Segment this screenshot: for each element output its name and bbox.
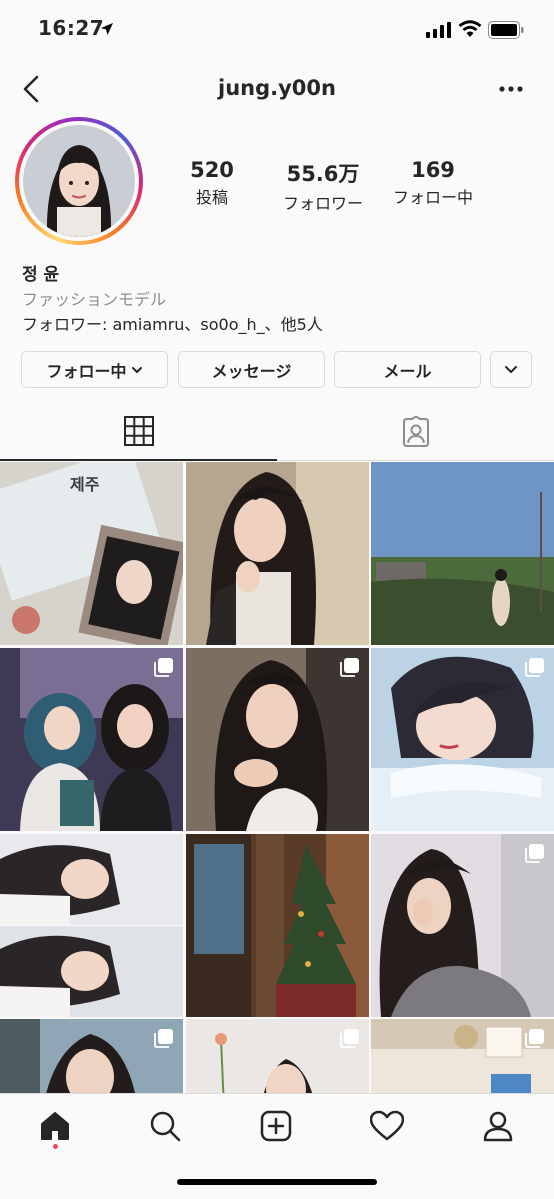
suggested-accounts-button[interactable] — [490, 351, 532, 388]
nav-profile[interactable] — [478, 1106, 518, 1146]
home-icon — [41, 1112, 69, 1140]
home-indicator[interactable] — [177, 1179, 377, 1185]
followers-count: 55.6万 — [286, 162, 360, 186]
email-button-label: メール — [383, 361, 432, 381]
multiple-photos-icon — [525, 844, 544, 863]
more-options-icon[interactable] — [496, 82, 526, 96]
profile-full-name: 정 윤 — [22, 265, 60, 285]
posts-count: 520 — [190, 158, 234, 182]
tab-posts-grid[interactable] — [0, 403, 277, 461]
multiple-photos-icon — [154, 1029, 173, 1048]
grid-post[interactable] — [186, 462, 369, 645]
multiple-photos-icon — [340, 658, 359, 677]
grid-post[interactable] — [371, 834, 554, 1017]
following-label: フォロー中 — [392, 188, 473, 207]
wifi-icon — [458, 20, 482, 37]
grid-post[interactable] — [186, 834, 369, 1017]
multiple-photos-icon — [340, 1029, 359, 1048]
multiple-photos-icon — [525, 1029, 544, 1048]
nav-search[interactable] — [145, 1106, 185, 1146]
notification-dot — [53, 1144, 58, 1149]
location-arrow-icon — [101, 23, 113, 35]
heart-icon — [370, 1110, 404, 1141]
following-count: 169 — [411, 158, 455, 182]
profile-tabs — [0, 403, 554, 461]
tagged-icon — [402, 416, 429, 447]
status-bar: 16:27 — [0, 0, 554, 60]
profile-username: jung.y00n — [218, 76, 336, 100]
signal-icon — [426, 22, 451, 38]
grid-post[interactable] — [371, 462, 554, 645]
stat-following[interactable]: 169 フォロー中 — [378, 158, 488, 208]
grid-post[interactable] — [371, 648, 554, 831]
add-post-icon — [260, 1110, 292, 1142]
profile-screen: 16:27 jung.y00n 520 投稿 55.6万 フォロワー 169 フ… — [0, 0, 554, 1199]
search-icon — [150, 1111, 181, 1142]
stat-posts: 520 投稿 — [172, 158, 252, 208]
message-button[interactable]: メッセージ — [178, 351, 325, 388]
stat-followers[interactable]: 55.6万 フォロワー — [268, 158, 378, 214]
posts-label: 投稿 — [195, 188, 228, 207]
following-button[interactable]: フォロー中 — [21, 351, 168, 388]
status-time: 16:27 — [38, 16, 105, 40]
following-button-label: フォロー中 — [46, 361, 127, 381]
chevron-down-icon — [505, 366, 517, 373]
avatar — [23, 125, 135, 237]
profile-icon — [483, 1111, 513, 1142]
nav-activity[interactable] — [367, 1106, 407, 1146]
followers-label: フォロワー — [282, 194, 363, 213]
multiple-photos-icon — [154, 658, 173, 677]
followed-by-text[interactable]: フォロワー: amiamru、so0o_h_、他5人 — [22, 311, 323, 335]
nav-new-post[interactable] — [256, 1106, 296, 1146]
svg-text:제주: 제주 — [70, 475, 100, 494]
tab-tagged[interactable] — [277, 403, 554, 461]
avatar-story-ring[interactable] — [15, 117, 143, 245]
grid-post[interactable] — [186, 648, 369, 831]
multiple-photos-icon — [525, 658, 544, 677]
chevron-down-icon — [131, 366, 142, 373]
profile-category: ファッションモデル — [22, 290, 167, 309]
battery-icon — [488, 21, 524, 39]
profile-header: jung.y00n — [0, 60, 554, 118]
grid-post[interactable] — [0, 834, 183, 1017]
nav-home[interactable] — [35, 1106, 75, 1146]
grid-post[interactable]: 제주 — [0, 462, 183, 645]
message-button-label: メッセージ — [211, 361, 292, 381]
profile-stats: 520 投稿 55.6万 フォロワー 169 フォロー中 — [160, 158, 554, 214]
grid-post[interactable] — [0, 648, 183, 831]
email-button[interactable]: メール — [334, 351, 481, 388]
grid-icon — [123, 416, 154, 446]
